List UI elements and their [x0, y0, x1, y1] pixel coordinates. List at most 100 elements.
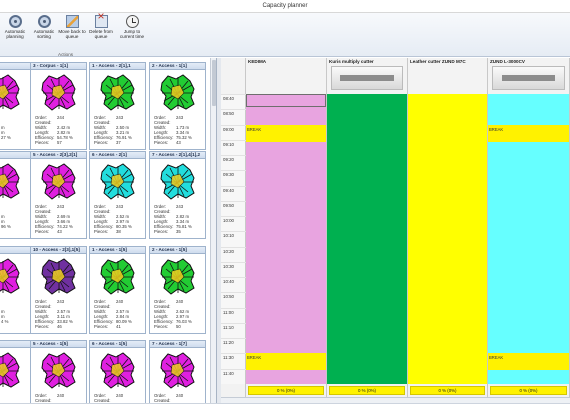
footer-spacer [221, 384, 246, 397]
card-pieces-label: Pieces: [94, 229, 109, 235]
machine-header[interactable]: ZUND L-3000CV [488, 58, 570, 94]
time-gridline [221, 369, 246, 370]
time-slot-label: 10:10 [223, 233, 234, 238]
machine-header[interactable]: Kuris multiply cutter [327, 58, 408, 94]
card-info: Order: 243 Created: Width: 2.57 m Length: 3.11… [35, 299, 86, 330]
order-card[interactable]: 1[4]Order:Created:Width:Length:Efficienc… [0, 340, 31, 407]
card-order-value: 243 [57, 299, 65, 304]
button-label: Delete from queue [89, 29, 113, 40]
card-title: 1[1] [0, 63, 30, 70]
card-pieces-row: Pieces: 38 [94, 229, 145, 234]
order-card[interactable]: 5 - Access - 1[5]Order:240Created:Width:… [30, 340, 87, 407]
time-gridline [221, 109, 246, 110]
time-slot-label: 09:20 [223, 157, 234, 162]
card-order-value: 243 [57, 204, 65, 209]
time-gridline [221, 277, 246, 278]
card-pieces-label: Pieces: [154, 140, 169, 146]
card-pieces-row: Pieces: [0, 324, 30, 329]
time-gridline [221, 201, 246, 202]
card-info: Order: 243 Created: Width: 2.82 m Length: 3.34… [154, 204, 205, 235]
time-gridline [221, 338, 246, 339]
delete-from-queue-button[interactable]: Delete from queue [86, 14, 116, 40]
scroll-thumb[interactable] [212, 60, 216, 106]
card-title: 7 - Access - 2[1],4[1],2 [150, 152, 205, 159]
card-efficiency-value: 4 % [1, 319, 9, 325]
time-gridline [221, 353, 246, 354]
order-card[interactable]: 1[5] Order:Created:Width:mLength:mEfficie… [0, 246, 31, 334]
time-slot-label: 09:40 [223, 188, 234, 193]
order-card[interactable]: 10 - Access - 2[3],1[5] Order: 243 Created:… [30, 246, 87, 334]
machine-lane[interactable]: BREAK BREAK [246, 94, 327, 384]
machine-lane[interactable] [408, 94, 488, 384]
jump-to-current-time-button[interactable]: Jump to current time [117, 15, 147, 40]
queue-scrollbar[interactable] [210, 58, 216, 403]
button-label: Automatic sorting [33, 29, 55, 40]
move-back-to-queue-button[interactable]: Move back to queue [57, 15, 87, 40]
time-gridline [221, 308, 246, 309]
nesting-preview [99, 163, 135, 200]
gear-icon [37, 15, 51, 28]
order-card[interactable]: 2 - Access - 1[1] Order: 243 Created: Width:… [149, 62, 206, 150]
card-pieces-value: 35 [176, 229, 181, 235]
order-card[interactable]: 6 - Access - 1[5]Order:240Created:Width:… [89, 340, 146, 407]
automatic-planning-button[interactable]: Automatic planning [0, 15, 30, 40]
machine-lane[interactable] [327, 94, 408, 384]
time-slot-label: 10:50 [223, 294, 234, 299]
card-pieces-row: Pieces: 50 [154, 324, 205, 329]
time-gridline [221, 125, 246, 126]
delete-icon [94, 14, 108, 28]
card-title: 3 - Corpus - 1[1] [31, 63, 86, 70]
button-label: Jump to current time [119, 29, 145, 40]
nesting-preview [0, 163, 20, 199]
gear-icon [8, 15, 22, 28]
card-order-value: 244 [57, 115, 65, 120]
card-pieces-value: 46 [57, 324, 62, 330]
card-title: 1[5] [0, 247, 30, 254]
time-gridline [221, 292, 246, 293]
order-card[interactable]: 6 - Access - 2[1] Order: 243 Created: Width:… [89, 151, 146, 239]
time-gridline [221, 323, 246, 324]
time-gridline [221, 262, 246, 263]
order-card[interactable]: 3 - Corpus - 1[1] Order: 244 Created: Width:… [30, 62, 87, 150]
machine-lane[interactable]: BREAK BREAK [488, 94, 570, 384]
card-order-value: 243 [176, 115, 184, 120]
order-card[interactable]: 2 - Access - 1[5] Order: 240 Created: Width:… [149, 246, 206, 334]
order-card[interactable]: 2[1],2 Order:Created:Width:mLength:mEffic… [0, 151, 31, 239]
time-slot-label: 11:30 [223, 355, 234, 360]
card-pieces-row: Pieces: [0, 229, 30, 234]
card-pieces-label: Pieces: [94, 140, 109, 146]
utilization-badge: 0 % (0%) [329, 386, 405, 395]
nesting-preview [0, 352, 20, 388]
time-gridline [221, 94, 246, 95]
card-order-value: 240 [176, 393, 184, 398]
nesting-preview [99, 258, 135, 295]
nesting-preview [99, 352, 135, 389]
time-slot-label: 09:30 [223, 172, 234, 177]
order-card[interactable]: 5 - Access - 2[3],2[1] Order: 243 Created: W… [30, 151, 87, 239]
automatic-sorting-button[interactable]: Automatic sorting [29, 15, 59, 40]
time-slot-label: 10:20 [223, 249, 234, 254]
machine-header[interactable]: Leather cutter ZUND M7C [408, 58, 488, 94]
card-pieces-label: Pieces: [35, 229, 50, 235]
time-slot-label: 11:00 [223, 310, 234, 315]
time-gridline [221, 155, 246, 156]
card-info: Order: 244 Created: Width: 2.42 m Length: 2.82… [35, 115, 86, 146]
order-card[interactable]: 7 - Access - 2[1],4[1],2 Order: 243 Created… [149, 151, 206, 239]
nesting-preview [0, 258, 20, 294]
machine-name: KEDIMA [248, 59, 267, 64]
machine-header[interactable]: KEDIMA [246, 58, 327, 94]
card-pieces-label: Pieces: [35, 324, 50, 330]
card-pieces-label: Pieces: [0, 140, 1, 145]
order-card[interactable]: 1[1] Order:Created:Width:mLength:mEfficie… [0, 62, 31, 150]
time-slot-label: 09:10 [223, 142, 234, 147]
selected-slot[interactable] [246, 94, 326, 107]
order-card[interactable]: 7 - Access - 1[7]Order:240Created:Width:… [149, 340, 206, 407]
order-card[interactable]: 1 - Access - 1[5] Order: 240 Created: Width:… [89, 246, 146, 334]
ribbon-group-label: Actions [58, 52, 74, 57]
card-pieces-row: Pieces: 57 [35, 140, 86, 145]
status-bar [0, 403, 570, 420]
card-order-value: 243 [176, 204, 184, 209]
card-pieces-value: 43 [57, 229, 62, 235]
card-title: 1 - Access - 1[5] [90, 247, 145, 254]
order-card[interactable]: 1 - Access - 2[1],1 Order: 243 Created: Widt… [89, 62, 146, 150]
